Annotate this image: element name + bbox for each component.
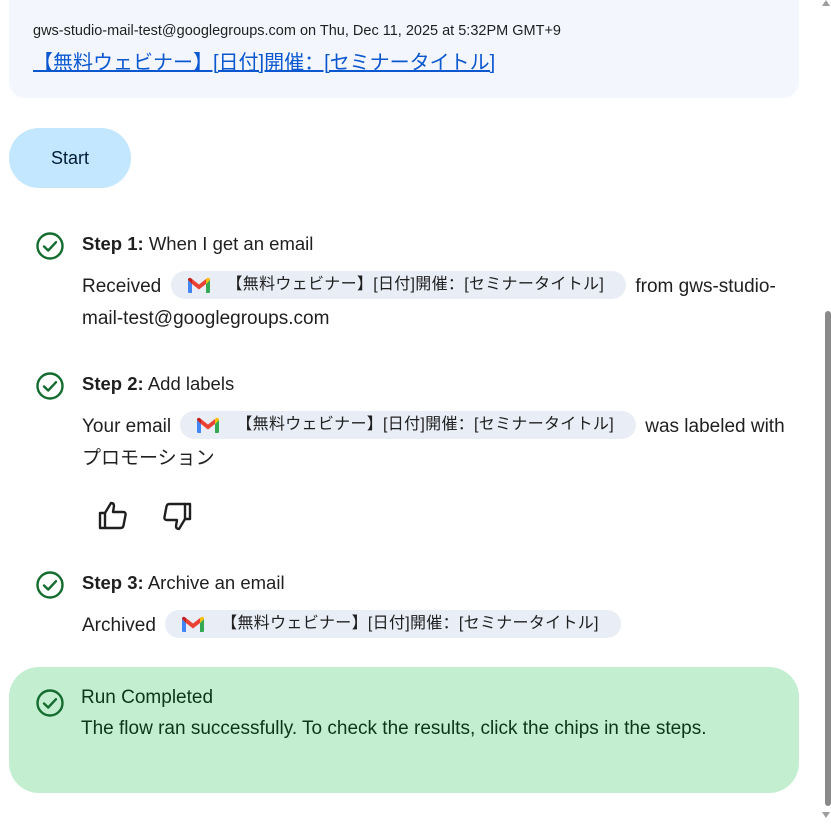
run-completed-banner: Run Completed The flow ran successfully.… xyxy=(9,667,799,793)
step-number: Step 1: xyxy=(82,233,144,254)
check-circle-icon xyxy=(36,372,64,400)
email-subject-link[interactable]: 【無料ウェビナー】[日付]開催：[セミナータイトル] xyxy=(33,46,495,75)
gmail-icon xyxy=(182,616,205,632)
step-detail-prefix: Received xyxy=(82,276,162,297)
step-name: When I get an email xyxy=(148,233,314,254)
step-number: Step 2: xyxy=(82,373,144,394)
email-chip[interactable]: 【無料ウェビナー】[日付]開催：[セミナータイトル] xyxy=(170,270,627,299)
start-button[interactable]: Start xyxy=(9,128,131,188)
trigger-email-card: gws-studio-mail-test@googlegroups.com on… xyxy=(9,0,799,98)
step-title: Step 2: Add labels xyxy=(82,373,234,395)
check-circle-icon xyxy=(36,689,64,717)
email-chip[interactable]: 【無料ウェビナー】[日付]開催：[セミナータイトル] xyxy=(165,609,621,638)
scroll-up-arrow-icon[interactable] xyxy=(822,0,830,6)
step-detail: Archived 【無料ウェビナー】[日付]開催：[セミナータイトル] xyxy=(82,609,787,642)
thumb-up-icon[interactable] xyxy=(97,500,129,532)
chip-label: 【無料ウェビナー】[日付]開催：[セミナータイトル] xyxy=(236,415,614,433)
scroll-down-arrow-icon[interactable] xyxy=(822,812,830,818)
email-chip[interactable]: 【無料ウェビナー】[日付]開催：[セミナータイトル] xyxy=(180,410,636,439)
step-detail: Your email 【無料ウェビナー】[日付]開催：[セミナータイトル] wa… xyxy=(82,410,787,475)
step-detail-prefix: Your email xyxy=(82,416,172,437)
step-detail: Received 【無料ウェビナー】[日付]開催：[セミナータイトル] from… xyxy=(82,270,787,335)
run-title: Run Completed xyxy=(81,687,214,708)
step-title: Step 1: When I get an email xyxy=(82,233,313,255)
gmail-icon xyxy=(187,277,210,293)
scrollbar-thumb[interactable] xyxy=(825,311,831,806)
chip-label: 【無料ウェビナー】[日付]開催：[セミナータイトル] xyxy=(226,275,605,293)
step-name: Archive an email xyxy=(147,572,285,593)
thumb-down-icon[interactable] xyxy=(161,500,193,532)
step-detail-prefix: Archived xyxy=(82,615,156,636)
check-circle-icon xyxy=(36,232,64,260)
chip-label: 【無料ウェビナー】[日付]開催：[セミナータイトル] xyxy=(221,614,599,632)
step-name: Add labels xyxy=(147,373,235,394)
check-circle-icon xyxy=(36,571,64,599)
flow-run-panel: gws-studio-mail-test@googlegroups.com on… xyxy=(0,0,820,824)
step-number: Step 3: xyxy=(82,572,144,593)
run-description: The flow ran successfully. To check the … xyxy=(81,718,707,739)
email-meta: gws-studio-mail-test@googlegroups.com on… xyxy=(33,23,561,39)
gmail-icon xyxy=(197,417,220,433)
step-title: Step 3: Archive an email xyxy=(82,572,285,594)
